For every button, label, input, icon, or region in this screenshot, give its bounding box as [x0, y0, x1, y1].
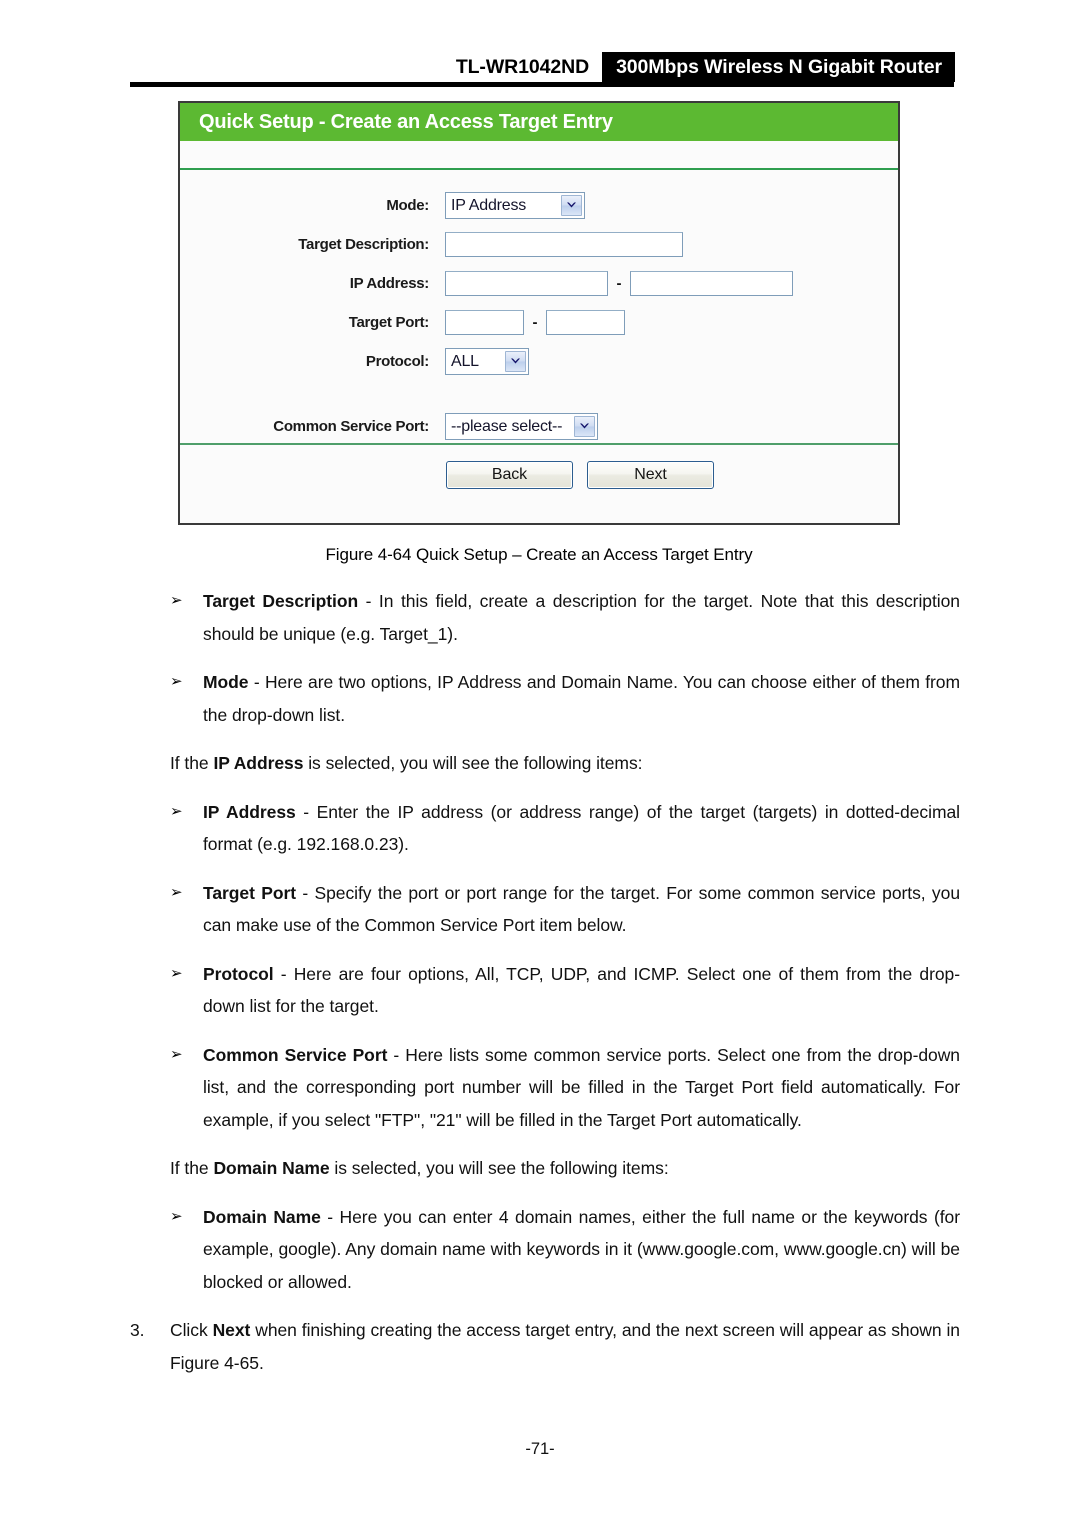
item-text: is selected, you will see the following …	[329, 1158, 669, 1178]
intro-paragraph-domain-name: If the Domain Name is selected, you will…	[170, 1152, 960, 1185]
target-port-range-separator: -	[532, 313, 538, 331]
item-text: is selected, you will see the following …	[303, 753, 643, 773]
bullet-arrow-icon: ➢	[170, 964, 183, 982]
item-text: when finishing creating the access targe…	[170, 1320, 960, 1373]
common-service-port-selected-value: --please select--	[451, 417, 563, 435]
mode-select[interactable]: IP Address	[445, 191, 585, 219]
target-port-start-input[interactable]	[445, 309, 524, 335]
protocol-control: ALL	[445, 347, 529, 375]
term-label: Target Description	[203, 591, 359, 611]
common-service-port-label: Common Service Port:	[273, 417, 429, 435]
ip-address-start-input[interactable]	[445, 270, 608, 296]
target-description-input[interactable]	[445, 231, 683, 257]
term-label: Target Port	[203, 882, 297, 903]
panel-title: Quick Setup - Create an Access Target En…	[180, 103, 898, 141]
ip-address-end-input[interactable]	[630, 270, 793, 296]
back-button[interactable]: Back	[446, 461, 573, 489]
page-number: -71-	[525, 1440, 555, 1458]
intro-paragraph-ip-address: If the IP Address is selected, you will …	[170, 747, 960, 780]
product-description-badge: 300Mbps Wireless N Gigabit Router	[602, 52, 955, 82]
chevron-down-icon	[561, 194, 582, 216]
access-target-entry-form: Mode: IP Address Target Description: IP …	[180, 170, 898, 445]
item-text-pre: Click	[170, 1320, 213, 1340]
mode-label: Mode:	[386, 196, 429, 214]
bullet-arrow-icon: ➢	[170, 1045, 183, 1063]
ip-address-control: -	[445, 270, 793, 296]
term-label: Next	[212, 1320, 251, 1340]
list-item: ➢ Target Description - In this field, cre…	[170, 585, 960, 650]
list-item: ➢ IP Address - Enter the IP address (or a…	[170, 796, 960, 861]
list-item: ➢ Common Service Port - Here lists some c…	[170, 1039, 960, 1137]
next-button[interactable]: Next	[587, 461, 714, 489]
bullet-arrow-icon: ➢	[170, 802, 183, 820]
form-row-target-description: Target Description:	[180, 227, 898, 261]
common-service-port-control: --please select--	[445, 412, 598, 440]
target-description-label: Target Description:	[298, 235, 429, 253]
term-label: Domain Name	[203, 1206, 321, 1227]
list-item: ➢ Mode - Here are two options, IP Address…	[170, 666, 960, 731]
figure-caption: Figure 4-64 Quick Setup – Create an Acce…	[325, 545, 753, 564]
target-description-control	[445, 231, 683, 257]
term-label: IP Address	[213, 753, 304, 773]
term-label: IP Address	[203, 801, 296, 822]
router-web-ui-screenshot: Quick Setup - Create an Access Target En…	[178, 101, 900, 525]
header-title-row: TL-WR1042ND 300Mbps Wireless N Gigabit R…	[130, 52, 955, 82]
panel-description-strip	[180, 141, 898, 170]
chevron-down-icon	[574, 415, 595, 437]
item-text-pre: If the	[170, 1158, 214, 1178]
bullet-arrow-icon: ➢	[170, 673, 183, 690]
protocol-label: Protocol:	[365, 352, 429, 370]
item-text-pre: If the	[170, 753, 214, 773]
list-item: ➢ Target Port - Specify the port or port …	[170, 877, 960, 942]
list-item: ➢ Domain Name - Here you can enter 4 doma…	[170, 1201, 960, 1299]
term-label: Domain Name	[213, 1158, 330, 1178]
item-text: - Enter the IP address (or address range…	[203, 801, 960, 855]
header-divider-rule	[130, 82, 954, 87]
form-row-ip-address: IP Address: -	[180, 266, 898, 300]
panel-button-bar: Back Next	[180, 445, 898, 523]
bullet-arrow-icon: ➢	[170, 883, 183, 901]
numbered-list-item: 3. Click Next when finishing creating the…	[130, 1314, 960, 1379]
term-label: Common Service Port	[203, 1044, 388, 1065]
ip-address-label: IP Address:	[349, 274, 430, 292]
target-port-end-input[interactable]	[546, 309, 625, 335]
form-row-common-service-port: Common Service Port: --please select--	[180, 409, 898, 443]
term-label: Mode	[203, 672, 249, 692]
list-number: 3.	[130, 1320, 145, 1340]
item-text: - Here are four options, All, TCP, UDP, …	[203, 963, 960, 1017]
list-item: ➢ Protocol - Here are four options, All, …	[170, 958, 960, 1023]
target-port-control: -	[445, 309, 625, 335]
form-row-protocol: Protocol: ALL	[180, 344, 898, 378]
bullet-arrow-icon: ➢	[170, 1207, 183, 1225]
chevron-down-icon	[505, 350, 526, 372]
bullet-arrow-icon: ➢	[170, 592, 183, 609]
target-port-label: Target Port:	[348, 313, 430, 331]
protocol-select[interactable]: ALL	[445, 347, 529, 375]
mode-control: IP Address	[445, 191, 585, 219]
page-header: TL-WR1042ND 300Mbps Wireless N Gigabit R…	[0, 0, 1080, 95]
form-spacer	[180, 383, 898, 409]
document-body: ➢ Target Description - In this field, cre…	[0, 585, 1080, 1395]
router-model-name: TL-WR1042ND	[455, 56, 590, 78]
ip-address-range-separator: -	[616, 274, 622, 292]
common-service-port-select[interactable]: --please select--	[445, 412, 598, 440]
form-row-mode: Mode: IP Address	[180, 188, 898, 222]
term-label: Protocol	[203, 963, 274, 984]
protocol-selected-value: ALL	[451, 352, 479, 370]
mode-selected-value: IP Address	[451, 196, 527, 214]
item-text: - Specify the port or port range for the…	[203, 882, 960, 936]
form-row-target-port: Target Port: -	[180, 305, 898, 339]
item-text: - Here are two options, IP Address and D…	[203, 672, 960, 725]
